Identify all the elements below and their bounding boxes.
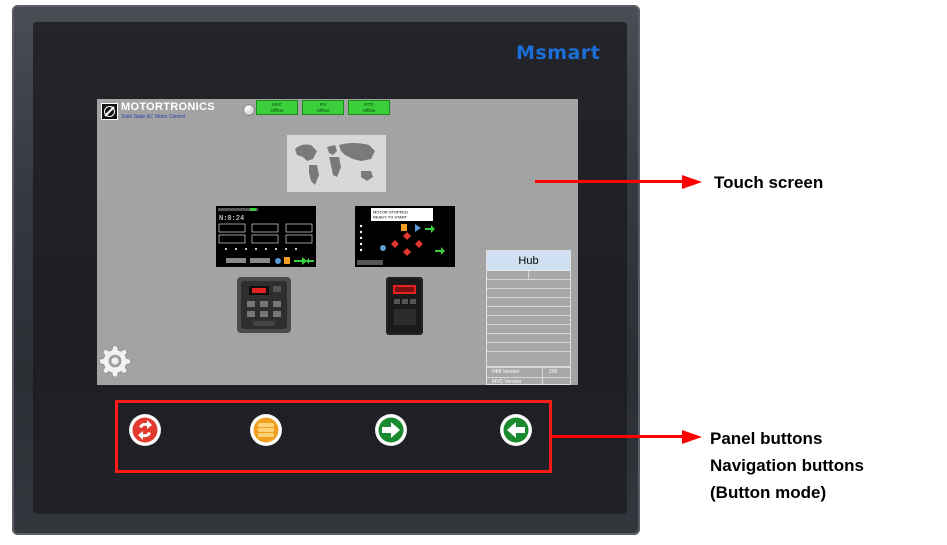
controls-screen-thumbnail[interactable]: MOTOR STOPPED READY TO START — [355, 206, 455, 267]
menu-button[interactable] — [250, 414, 282, 446]
hub-row — [487, 271, 570, 280]
hub-row — [487, 325, 570, 334]
mvc-version-row: MVC Version — [487, 377, 570, 385]
panel-buttons-arrow-head — [682, 429, 702, 444]
status-rtd[interactable]: RTD Offline — [348, 100, 390, 115]
hub-row — [487, 316, 570, 325]
world-map-image[interactable] — [287, 135, 386, 192]
hub-row — [487, 343, 570, 352]
hub-row — [487, 334, 570, 343]
status-rtd-state: Offline — [362, 108, 376, 113]
touch-screen[interactable]: MOTORTRONICS Solid State AC Motor Contro… — [97, 99, 578, 385]
keypad-device-image[interactable] — [237, 277, 291, 333]
brand-label: Msmart — [516, 42, 601, 64]
status-mvc[interactable]: MVC Offline — [256, 100, 298, 115]
panel-buttons-line2: Navigation buttons — [710, 456, 864, 475]
monitor-readout: N:0:24 — [219, 215, 244, 223]
panel-buttons-arrow-line — [552, 435, 685, 438]
menu-icon — [251, 415, 281, 445]
panel-buttons-line1: Panel buttons — [710, 429, 823, 448]
starter-device-image[interactable] — [386, 277, 423, 335]
status-rx[interactable]: RX Offline — [302, 100, 344, 115]
hub-title: Hub — [487, 251, 570, 271]
motortronics-logo-icon — [101, 103, 118, 120]
control-status-line2: READY TO START — [373, 215, 408, 220]
mvc-version-label: MVC Version — [492, 379, 522, 385]
logo-tagline: Solid State AC Motor Control — [121, 114, 186, 120]
status-rx-state: Offline — [316, 108, 330, 113]
hmi-version-value: 200 — [549, 369, 558, 375]
status-mvc-state: Offline — [270, 108, 284, 113]
next-button[interactable] — [375, 414, 407, 446]
hub-row — [487, 280, 570, 289]
refresh-button[interactable] — [129, 414, 161, 446]
hub-row — [487, 352, 570, 367]
hub-row — [487, 289, 570, 298]
touch-screen-label: Touch screen — [714, 173, 824, 192]
panel-buttons-label: Panel buttons Navigation buttons (Button… — [710, 425, 864, 506]
logo-name: MOTORTRONICS — [121, 101, 215, 113]
panel-buttons-highlight — [115, 400, 552, 473]
arrow-left-icon — [501, 415, 531, 445]
touch-screen-arrow-line — [535, 180, 685, 183]
touch-screen-arrow-head — [682, 174, 702, 189]
settings-gear-icon[interactable] — [99, 345, 131, 378]
hmi-version-row: HMI Version 200 — [487, 367, 570, 377]
refresh-icon — [130, 415, 160, 445]
arrow-right-icon — [376, 415, 406, 445]
hub-row — [487, 298, 570, 307]
back-button[interactable] — [500, 414, 532, 446]
status-led-icon — [243, 104, 255, 116]
panel-buttons-line3: (Button mode) — [710, 483, 827, 502]
hmi-version-label: HMI Version — [492, 369, 520, 375]
monitor-screen-thumbnail[interactable]: N:0:24 — [216, 206, 316, 267]
hub-panel[interactable]: Hub HMI Version 200 MVC Version — [486, 250, 571, 385]
hub-row — [487, 307, 570, 316]
